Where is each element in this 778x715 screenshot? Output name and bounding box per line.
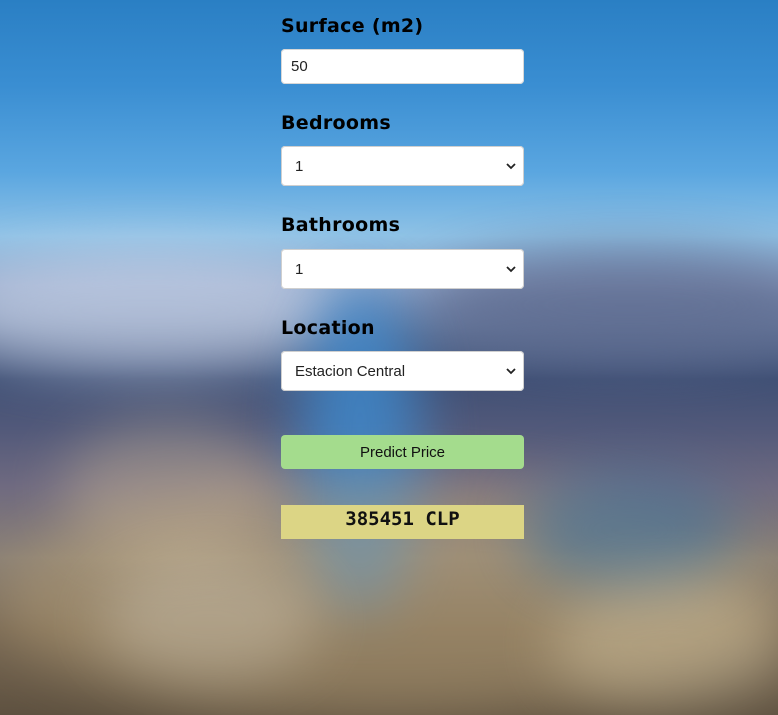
predicted-price-result: 385451 CLP [281,505,524,539]
chevron-down-icon [506,366,516,376]
location-selected-value: Estacion Central [295,362,406,380]
chevron-down-icon [506,264,516,274]
surface-label: Surface (m2) [281,15,424,37]
predict-price-button[interactable]: Predict Price [281,435,524,469]
chevron-down-icon [506,161,516,171]
bedrooms-selected-value: 1 [295,157,304,175]
bedrooms-select[interactable]: 1 [281,146,524,186]
bathrooms-select[interactable]: 1 [281,249,524,289]
bedrooms-label: Bedrooms [281,112,391,134]
surface-input[interactable]: 50 [281,49,524,84]
bathrooms-selected-value: 1 [295,260,304,278]
surface-value: 50 [291,58,308,75]
location-label: Location [281,317,375,339]
location-select[interactable]: Estacion Central [281,351,524,391]
bathrooms-label: Bathrooms [281,214,401,236]
